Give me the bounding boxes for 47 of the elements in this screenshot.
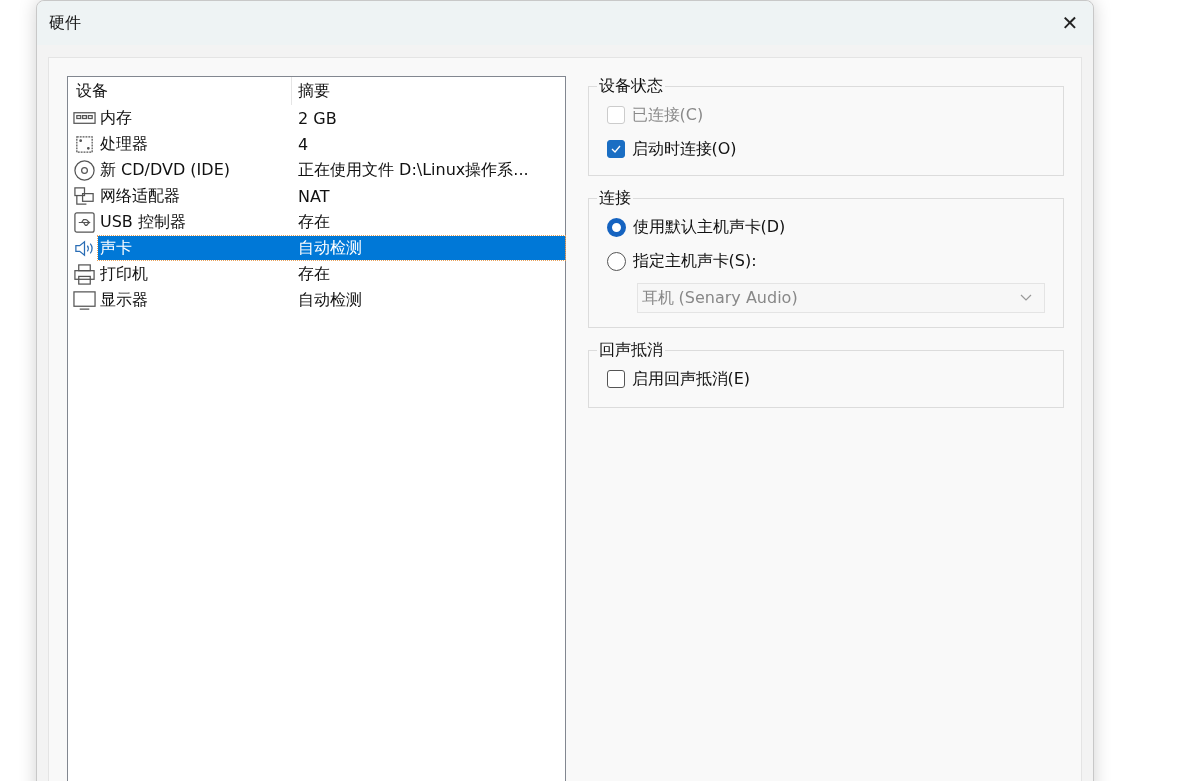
checkbox-label: 启动时连接(O): [631, 138, 737, 160]
device-summary: 自动检测: [298, 289, 362, 311]
close-button[interactable]: ✕: [1047, 1, 1093, 45]
window-title: 硬件: [49, 12, 81, 34]
device-name: 内存: [99, 107, 133, 129]
device-name: 打印机: [99, 263, 149, 285]
device-name: 新 CD/DVD (IDE): [99, 159, 231, 181]
device-row[interactable]: USB 控制器 存在: [98, 210, 565, 234]
device-row[interactable]: 显示器 自动检测: [98, 288, 565, 312]
group-title: 设备状态: [597, 76, 664, 97]
column-header[interactable]: 摘要: [292, 80, 330, 102]
radio-button[interactable]: [606, 251, 626, 271]
radio-label: 指定主机声卡(S):: [632, 250, 757, 272]
device-summary: 自动检测: [298, 237, 362, 259]
device-summary: 4: [298, 134, 309, 154]
column-header[interactable]: 设备: [73, 77, 292, 105]
checkbox[interactable]: [606, 370, 625, 388]
device-summary: 2 GB: [298, 108, 337, 128]
radio-label: 使用默认主机声卡(D): [632, 216, 786, 238]
device-name: 声卡: [99, 237, 133, 259]
checkbox[interactable]: [606, 140, 625, 158]
printer-icon: [73, 262, 96, 286]
group-title: 连接: [597, 188, 632, 209]
checkmark-icon: [609, 143, 622, 155]
radio-button[interactable]: [606, 217, 626, 237]
device-row[interactable]: 处理器 4: [98, 132, 565, 156]
device-row[interactable]: 声卡 自动检测: [98, 236, 565, 260]
device-summary: 正在使用文件 D:\Linux操作系...: [298, 159, 529, 181]
device-name: USB 控制器: [99, 211, 187, 233]
device-row[interactable]: 内存 2 GB: [98, 106, 565, 130]
device-summary: 存在: [298, 263, 330, 285]
device-row[interactable]: 新 CD/DVD (IDE) 正在使用文件 D:\Linux操作系...: [98, 158, 565, 182]
device-name: 处理器: [99, 133, 149, 155]
device-summary: 存在: [298, 211, 330, 233]
checkbox-label: 已连接(C): [631, 104, 704, 126]
disc-icon: [73, 158, 96, 182]
network-icon: [73, 184, 96, 208]
monitor-icon: [73, 288, 96, 312]
device-name: 网络适配器: [99, 185, 181, 207]
group-title: 回声抵消: [597, 340, 664, 361]
device-row[interactable]: 网络适配器 NAT: [98, 184, 565, 208]
device-summary: NAT: [298, 186, 330, 206]
usb-icon: [73, 210, 96, 234]
checkbox-label: 启用回声抵消(E): [631, 368, 751, 390]
chevron-down-icon: [1020, 294, 1032, 302]
device-name: 显示器: [99, 289, 149, 311]
device-row[interactable]: 打印机 存在: [98, 262, 565, 286]
